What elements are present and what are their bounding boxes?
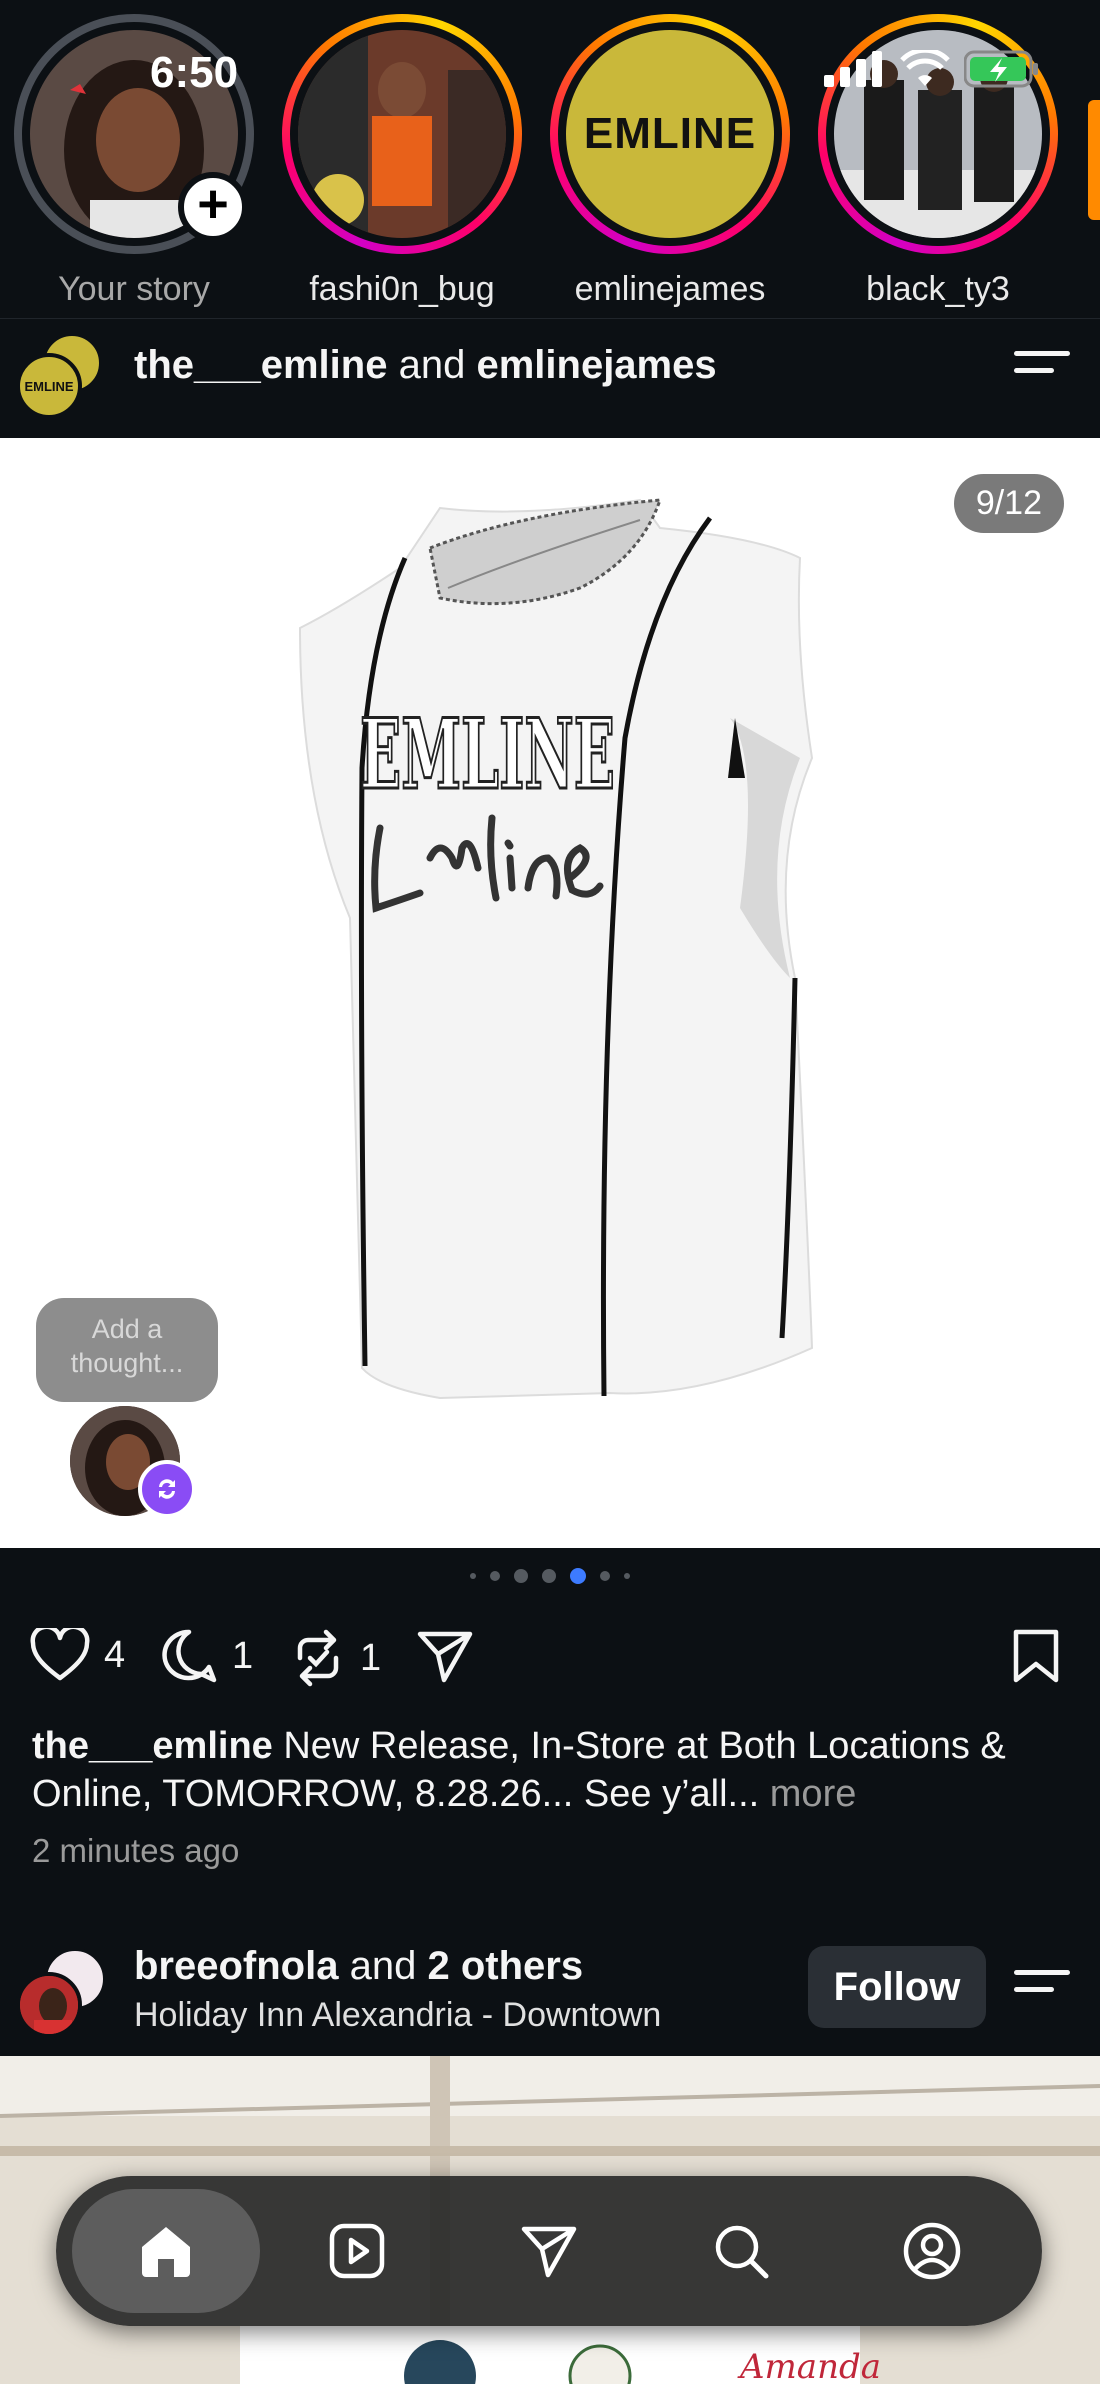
status-icons <box>824 50 1040 88</box>
carousel-indicator <box>0 1568 1100 1584</box>
battery-charging-icon <box>964 50 1038 88</box>
add-story-icon[interactable]: + <box>178 172 248 242</box>
send-icon <box>521 2226 577 2278</box>
post-caption: the___emline New Release, In-Store at Bo… <box>32 1722 1072 1818</box>
tab-messages[interactable] <box>455 2189 643 2313</box>
post-timestamp: 2 minutes ago <box>32 1832 240 1869</box>
author-connector: and <box>398 343 466 387</box>
svg-text:EMLINE: EMLINE <box>360 698 615 811</box>
carousel-dot <box>542 1569 556 1583</box>
search-icon <box>715 2225 769 2279</box>
carousel-dot <box>514 1569 528 1583</box>
media-counter: 9/12 <box>953 474 1064 533</box>
carousel-dot <box>490 1571 500 1581</box>
wifi-icon <box>900 50 950 86</box>
post-authors: the___emline and emlinejames <box>134 343 717 388</box>
others-link[interactable]: 2 others <box>427 1944 583 1988</box>
tab-profile[interactable] <box>838 2189 1026 2313</box>
post-header: EMLINE the___emline and emlinejames <box>0 318 1100 438</box>
reels-icon <box>330 2223 385 2279</box>
tab-home[interactable] <box>71 2189 260 2313</box>
status-time: 6:50 <box>150 48 239 97</box>
story-name: emlinejames <box>574 270 766 308</box>
like-count: 4 <box>104 1633 126 1676</box>
story-name: black_ty3 <box>866 270 1010 308</box>
story-name: Your story <box>58 270 210 308</box>
stories-tray: + Your story fashi0n_bug EMLINE emlineja… <box>0 0 1100 318</box>
repost-badge-icon <box>138 1460 196 1518</box>
send-icon <box>417 1631 473 1683</box>
author-link[interactable]: emlinejames <box>476 343 716 387</box>
comment-icon <box>162 1629 217 1683</box>
bottom-tab-bar <box>56 2176 1042 2326</box>
svg-text:Amanda: Amanda <box>737 2347 881 2384</box>
profile-icon <box>903 2222 961 2280</box>
carousel-dot-active <box>570 1568 586 1584</box>
coauthor-avatars[interactable] <box>16 1948 106 2038</box>
author-link[interactable]: breeofnola <box>134 1944 338 1988</box>
story-next-peek <box>1088 100 1100 220</box>
avatar <box>16 1972 82 2038</box>
like-button[interactable]: 4 <box>30 1628 125 1682</box>
post-media[interactable]: EMLINE 9/12 Add a thought... <box>0 438 1100 1548</box>
caption-author[interactable]: the___emline <box>32 1725 273 1767</box>
post-actions: 4 1 1 <box>0 1620 1100 1700</box>
heart-icon <box>30 1628 90 1681</box>
repost-count: 1 <box>360 1636 382 1679</box>
story-avatar <box>298 30 506 238</box>
save-button[interactable] <box>1012 1628 1060 1684</box>
emline-logo: EMLINE <box>566 30 774 238</box>
post-authors: breeofnola and 2 others <box>134 1944 583 1989</box>
repost-button[interactable]: 1 <box>290 1628 381 1688</box>
share-button[interactable] <box>416 1628 474 1684</box>
caption-more-link[interactable]: more <box>770 1773 857 1815</box>
comment-button[interactable]: 1 <box>160 1628 253 1684</box>
coauthor-avatars[interactable]: EMLINE <box>16 331 106 421</box>
bookmark-icon <box>1013 1629 1059 1683</box>
story-name: fashi0n_bug <box>309 270 495 308</box>
carousel-dot <box>470 1573 476 1579</box>
repost-icon <box>297 1629 339 1687</box>
carousel-dot <box>600 1571 610 1581</box>
signal-icon <box>824 51 882 87</box>
follow-button[interactable]: Follow <box>808 1946 986 2028</box>
story-emlinejames[interactable]: EMLINE emlinejames <box>550 14 790 309</box>
story-ring: EMLINE <box>550 14 790 254</box>
comment-count: 1 <box>232 1634 254 1677</box>
add-thought-bubble[interactable]: Add a thought... <box>36 1298 218 1402</box>
story-fashi0n-bug[interactable]: fashi0n_bug <box>282 14 522 309</box>
carousel-dot <box>624 1573 630 1579</box>
tab-reels[interactable] <box>263 2189 451 2313</box>
author-connector: and <box>349 1944 417 1988</box>
post-header: breeofnola and 2 others Holiday Inn Alex… <box>0 1930 1100 2056</box>
post-options-icon[interactable] <box>1014 351 1070 391</box>
story-ring <box>282 14 522 254</box>
author-link[interactable]: the___emline <box>134 343 387 387</box>
post-location[interactable]: Holiday Inn Alexandria - Downtown <box>134 1996 661 2035</box>
avatar: EMLINE <box>16 353 82 419</box>
tab-search[interactable] <box>647 2189 835 2313</box>
home-icon <box>141 2227 190 2277</box>
post-options-icon[interactable] <box>1014 1970 1070 2010</box>
